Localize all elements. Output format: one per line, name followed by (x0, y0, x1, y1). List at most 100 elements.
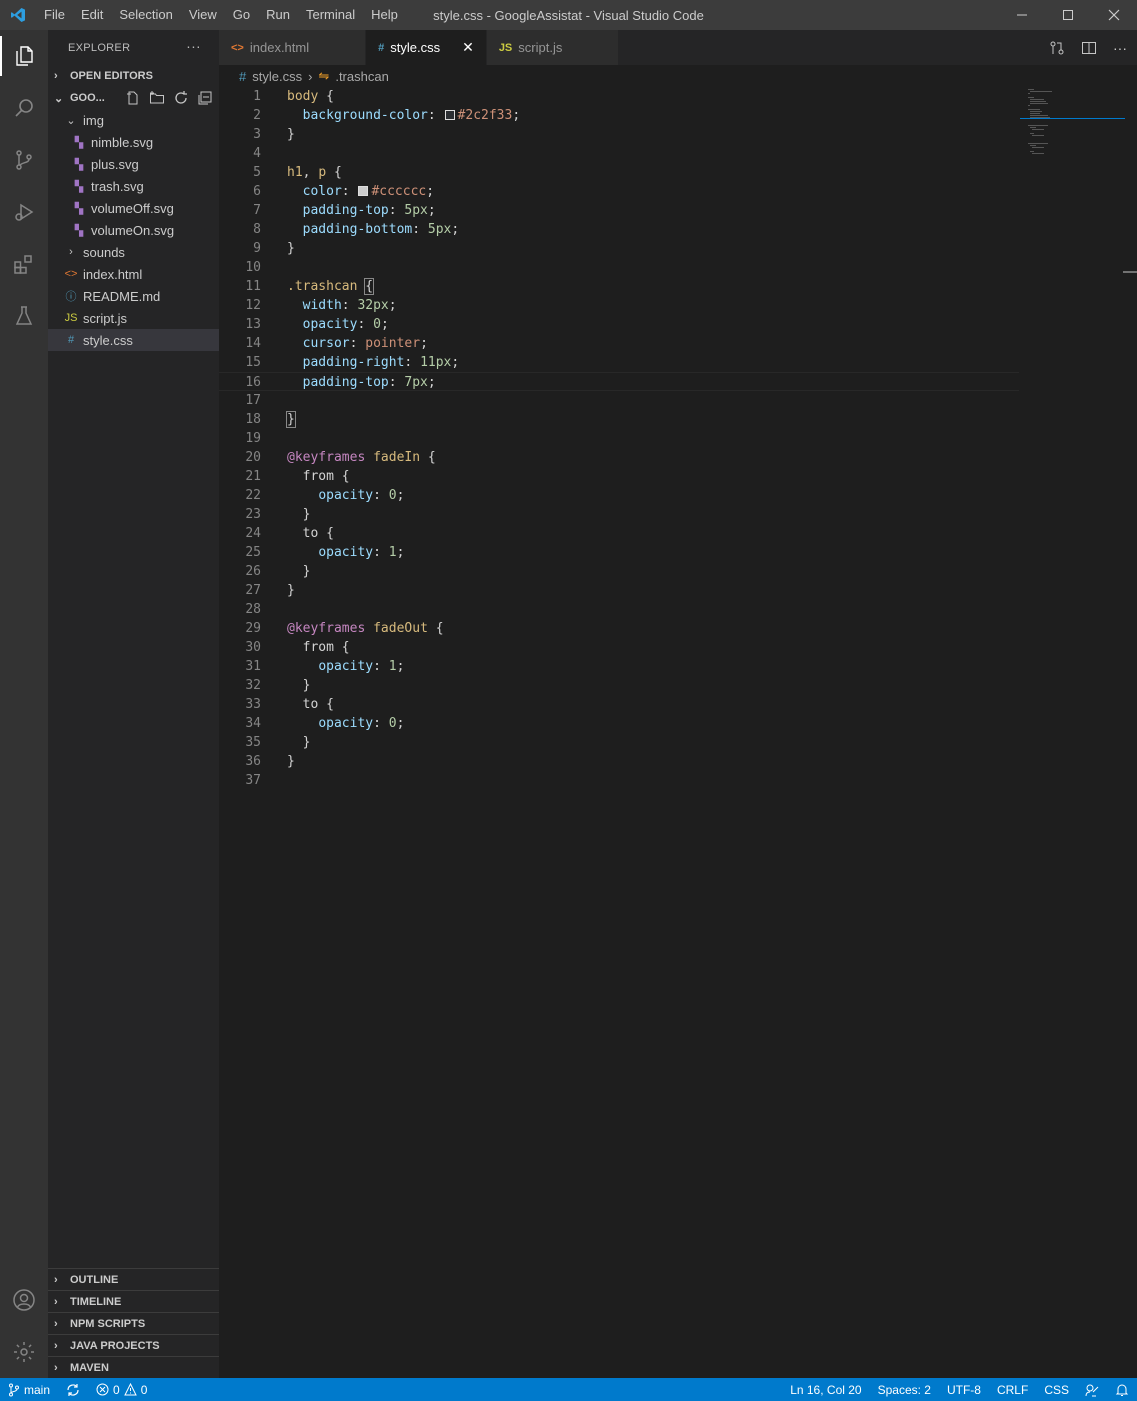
search-icon[interactable] (0, 82, 48, 134)
code-content: color: #cccccc; (261, 182, 434, 201)
code-content: @keyframes fadeOut { (261, 619, 444, 638)
sync-button[interactable] (58, 1378, 88, 1401)
code-editor[interactable]: 1 body {2 background-color: #2c2f33; 3} 4 5 h… (219, 87, 1019, 790)
status-bar: main 0 0 Ln 16, Col 20 Spaces: 2 UTF-8 C… (0, 1378, 1137, 1401)
new-folder-icon[interactable] (149, 90, 165, 106)
close-window-button[interactable] (1091, 0, 1137, 30)
code-content: padding-right: 11px; (261, 353, 460, 372)
line-number: 15 (245, 355, 261, 370)
tree-item[interactable]: JS script.js (48, 307, 219, 329)
section-outline[interactable]: › OUTLINE (48, 1268, 219, 1290)
menu-go[interactable]: Go (225, 0, 258, 30)
file-type-icon: <> (231, 41, 244, 54)
collapse-all-icon[interactable] (197, 90, 213, 106)
branch-indicator[interactable]: main (0, 1378, 58, 1401)
tab-script-js[interactable]: JS script.js (486, 30, 620, 65)
menu-terminal[interactable]: Terminal (298, 0, 363, 30)
minimap[interactable] (1020, 87, 1125, 1378)
chevron-right-icon: › (54, 70, 58, 82)
minimize-button[interactable] (999, 0, 1045, 30)
tree-item[interactable]: ▚ volumeOn.svg (48, 219, 219, 241)
refresh-icon[interactable] (173, 90, 189, 106)
testing-icon[interactable] (0, 290, 48, 342)
new-file-icon[interactable] (125, 90, 141, 106)
source-control-icon[interactable] (0, 134, 48, 186)
tree-item[interactable]: ▚ nimble.svg (48, 131, 219, 153)
git-branch-icon (9, 1383, 19, 1396)
cursor-position[interactable]: Ln 16, Col 20 (782, 1378, 869, 1401)
code-line: 4 (219, 144, 1019, 163)
maximize-button[interactable] (1045, 0, 1091, 30)
manage-gear-icon[interactable] (0, 1326, 48, 1378)
color-swatch[interactable] (358, 186, 369, 196)
code-token: } (287, 754, 295, 769)
more-editor-actions-icon[interactable]: ··· (1113, 40, 1127, 56)
more-actions-icon[interactable]: ··· (186, 38, 201, 54)
extensions-icon[interactable] (0, 238, 48, 290)
code-token: 7px (404, 375, 428, 390)
run-debug-icon[interactable] (0, 186, 48, 238)
encoding[interactable]: UTF-8 (939, 1378, 989, 1401)
code-token: fadeOut (373, 621, 428, 636)
problems-indicator[interactable]: 0 0 (88, 1378, 155, 1401)
workspace-folder-section[interactable]: ⌄ GOO... (48, 87, 219, 109)
section-timeline[interactable]: › TIMELINE (48, 1290, 219, 1312)
file-tree: ⌄ img ▚ nimble.svg ▚ plus.svg ▚ trash.svg ▚ volum… (48, 109, 219, 351)
menu-selection[interactable]: Selection (111, 0, 180, 30)
tree-item[interactable]: ▚ trash.svg (48, 175, 219, 197)
compare-changes-icon[interactable] (1049, 40, 1065, 56)
tree-item-label: index.html (83, 266, 143, 282)
line-number: 13 (245, 317, 261, 332)
code-line: 15 padding-right: 11px; (219, 353, 1019, 372)
color-swatch[interactable] (444, 110, 455, 120)
menu-run[interactable]: Run (258, 0, 298, 30)
menu-view[interactable]: View (181, 0, 225, 30)
code-token: 1 (388, 545, 397, 560)
feedback-button[interactable] (1077, 1378, 1107, 1401)
split-editor-icon[interactable] (1081, 40, 1097, 56)
tree-item[interactable]: # style.css (48, 329, 219, 351)
indentation[interactable]: Spaces: 2 (870, 1378, 939, 1401)
open-editors-section[interactable]: › OPEN EDITORS (48, 65, 219, 87)
notifications-button[interactable] (1107, 1378, 1137, 1401)
tree-item[interactable]: ▚ plus.svg (48, 153, 219, 175)
tab-style-css[interactable]: # style.css ✕ (366, 30, 487, 65)
tree-item-label: nimble.svg (91, 134, 154, 150)
close-tab-icon[interactable]: ✕ (462, 39, 474, 56)
section-java-projects[interactable]: › JAVA PROJECTS (48, 1334, 219, 1356)
language-mode[interactable]: CSS (1036, 1378, 1077, 1401)
menu-help[interactable]: Help (363, 0, 406, 30)
tree-item[interactable]: ▚ volumeOff.svg (48, 197, 219, 219)
tree-item[interactable]: <> index.html (48, 263, 219, 285)
code-line: 36} (219, 752, 1019, 771)
tab-index-html[interactable]: <> index.html (219, 30, 367, 65)
menu-edit[interactable]: Edit (73, 0, 111, 30)
code-content: width: 32px; (261, 296, 397, 315)
section-npm-scripts[interactable]: › NPM SCRIPTS (48, 1312, 219, 1334)
vertical-scrollbar[interactable] (1123, 87, 1137, 1378)
end-of-line[interactable]: CRLF (989, 1378, 1036, 1401)
code-token: 0 (388, 716, 397, 731)
breadcrumb-symbol[interactable]: .trashcan (335, 69, 388, 84)
accounts-icon[interactable] (0, 1274, 48, 1326)
menu-file[interactable]: File (36, 0, 73, 30)
code-line: 3} (219, 125, 1019, 144)
section-maven[interactable]: › MAVEN (48, 1356, 219, 1378)
line-number: 22 (245, 488, 261, 503)
tree-item[interactable]: › sounds (48, 241, 219, 263)
code-token: ; (427, 203, 436, 218)
code-token: : (373, 716, 389, 731)
scrollbar-thumb[interactable] (1123, 271, 1137, 273)
line-number: 19 (245, 431, 261, 446)
code-content: padding-top: 5px; (261, 201, 436, 220)
tree-item[interactable]: ⓘ README.md (48, 285, 219, 307)
code-token: ; (512, 108, 521, 123)
breadcrumb-file[interactable]: style.css (252, 69, 302, 84)
explorer-icon[interactable] (0, 30, 48, 82)
tree-item[interactable]: ⌄ img (48, 109, 219, 131)
